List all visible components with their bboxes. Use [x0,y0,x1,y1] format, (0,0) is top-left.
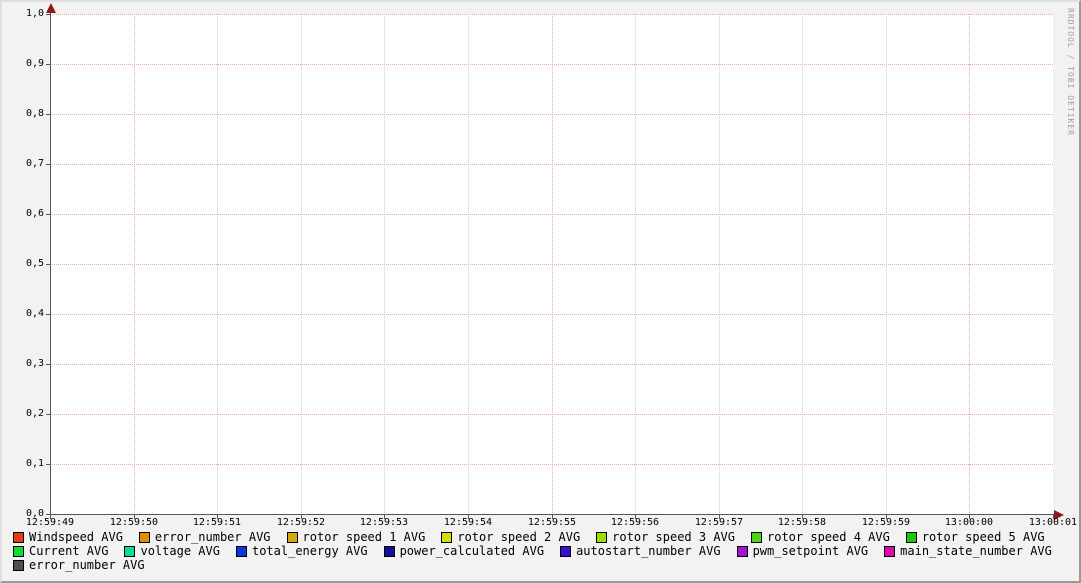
y-tick [46,264,51,265]
legend-label: Current AVG [29,545,108,558]
x-tick-label: 13:00:01 [1023,517,1081,529]
legend-row: Current AVG voltage AVG total_energy AVG po… [13,545,1052,558]
y-tick-label: 0,8 [2,108,46,120]
legend-swatch-icon [906,532,917,543]
y-tick [46,464,51,465]
legend-swatch-icon [596,532,607,543]
legend-swatch-icon [13,546,24,557]
x-tick [802,515,803,519]
y-tick-label: 0,7 [2,158,46,170]
v-gridline [134,14,135,514]
legend-item: rotor speed 5 AVG [906,531,1045,544]
legend-swatch-icon [441,532,452,543]
y-tick [46,314,51,315]
legend-label: error_number AVG [155,531,271,544]
legend-swatch-icon [139,532,150,543]
v-gridline [384,14,385,514]
x-tick [969,515,970,519]
y-axis-arrow-icon [46,3,56,13]
y-tick [46,214,51,215]
y-tick-label: 0,4 [2,308,46,320]
legend-label: voltage AVG [140,545,219,558]
legend-label: rotor speed 3 AVG [612,531,735,544]
legend-label: pwm_setpoint AVG [753,545,869,558]
legend-swatch-icon [384,546,395,557]
legend-swatch-icon [236,546,247,557]
x-tick [1053,515,1054,519]
x-tick [719,515,720,519]
legend-item: rotor speed 3 AVG [596,531,735,544]
legend-swatch-icon [751,532,762,543]
legend-swatch-icon [560,546,571,557]
rrd-graph-image: 1,00,90,80,70,60,50,40,30,20,10,0 12:59:… [0,0,1081,583]
y-tick [46,414,51,415]
x-tick [50,515,51,519]
v-gridline [969,14,970,514]
legend-item: rotor speed 1 AVG [287,531,426,544]
v-gridline [719,14,720,514]
x-tick [301,515,302,519]
x-tick [468,515,469,519]
y-tick-label: 0,5 [2,258,46,270]
x-tick [384,515,385,519]
legend-swatch-icon [13,532,24,543]
legend-label: power_calculated AVG [400,545,545,558]
x-tick [552,515,553,519]
x-tick [217,515,218,519]
v-gridline [886,14,887,514]
rrdtool-watermark: RRDTOOL / TOBI OETIKER [1066,8,1075,136]
legend-label: rotor speed 1 AVG [303,531,426,544]
x-tick [635,515,636,519]
v-gridline [217,14,218,514]
v-gridline [301,14,302,514]
legend-swatch-icon [737,546,748,557]
y-tick [46,364,51,365]
legend-item: main_state_number AVG [884,545,1052,558]
legend-item: voltage AVG [124,545,219,558]
legend-item: rotor speed 4 AVG [751,531,890,544]
legend-item: error_number AVG [13,559,145,572]
v-gridline [635,14,636,514]
legend-label: Windspeed AVG [29,531,123,544]
y-tick-label: 0,1 [2,458,46,470]
legend-item: rotor speed 2 AVG [441,531,580,544]
legend-label: rotor speed 2 AVG [457,531,580,544]
v-gridline [468,14,469,514]
legend-item: power_calculated AVG [384,545,545,558]
legend-label: error_number AVG [29,559,145,572]
y-tick-label: 0,9 [2,58,46,70]
legend-item: Current AVG [13,545,108,558]
legend-item: total_energy AVG [236,545,368,558]
y-tick-label: 1,0 [2,8,46,20]
legend-item: error_number AVG [139,531,271,544]
legend-item: Windspeed AVG [13,531,123,544]
legend-swatch-icon [13,560,24,571]
x-tick [134,515,135,519]
y-tick [46,164,51,165]
y-axis-line [50,11,51,515]
legend-item: autostart_number AVG [560,545,721,558]
legend-label: autostart_number AVG [576,545,721,558]
legend-label: total_energy AVG [252,545,368,558]
v-gridline [552,14,553,514]
legend-item: pwm_setpoint AVG [737,545,869,558]
legend-row: error_number AVG [13,559,145,572]
y-tick [46,114,51,115]
legend-row: Windspeed AVG error_number AVG rotor speed… [13,531,1045,544]
x-tick [886,515,887,519]
y-tick-label: 0,6 [2,208,46,220]
y-tick-label: 0,2 [2,408,46,420]
legend-swatch-icon [287,532,298,543]
legend-label: rotor speed 5 AVG [922,531,1045,544]
legend-label: main_state_number AVG [900,545,1052,558]
plot-area [50,14,1053,514]
legend-swatch-icon [884,546,895,557]
y-tick [46,64,51,65]
v-gridline [802,14,803,514]
y-tick-label: 0,3 [2,358,46,370]
y-tick [46,14,51,15]
legend-swatch-icon [124,546,135,557]
legend-label: rotor speed 4 AVG [767,531,890,544]
